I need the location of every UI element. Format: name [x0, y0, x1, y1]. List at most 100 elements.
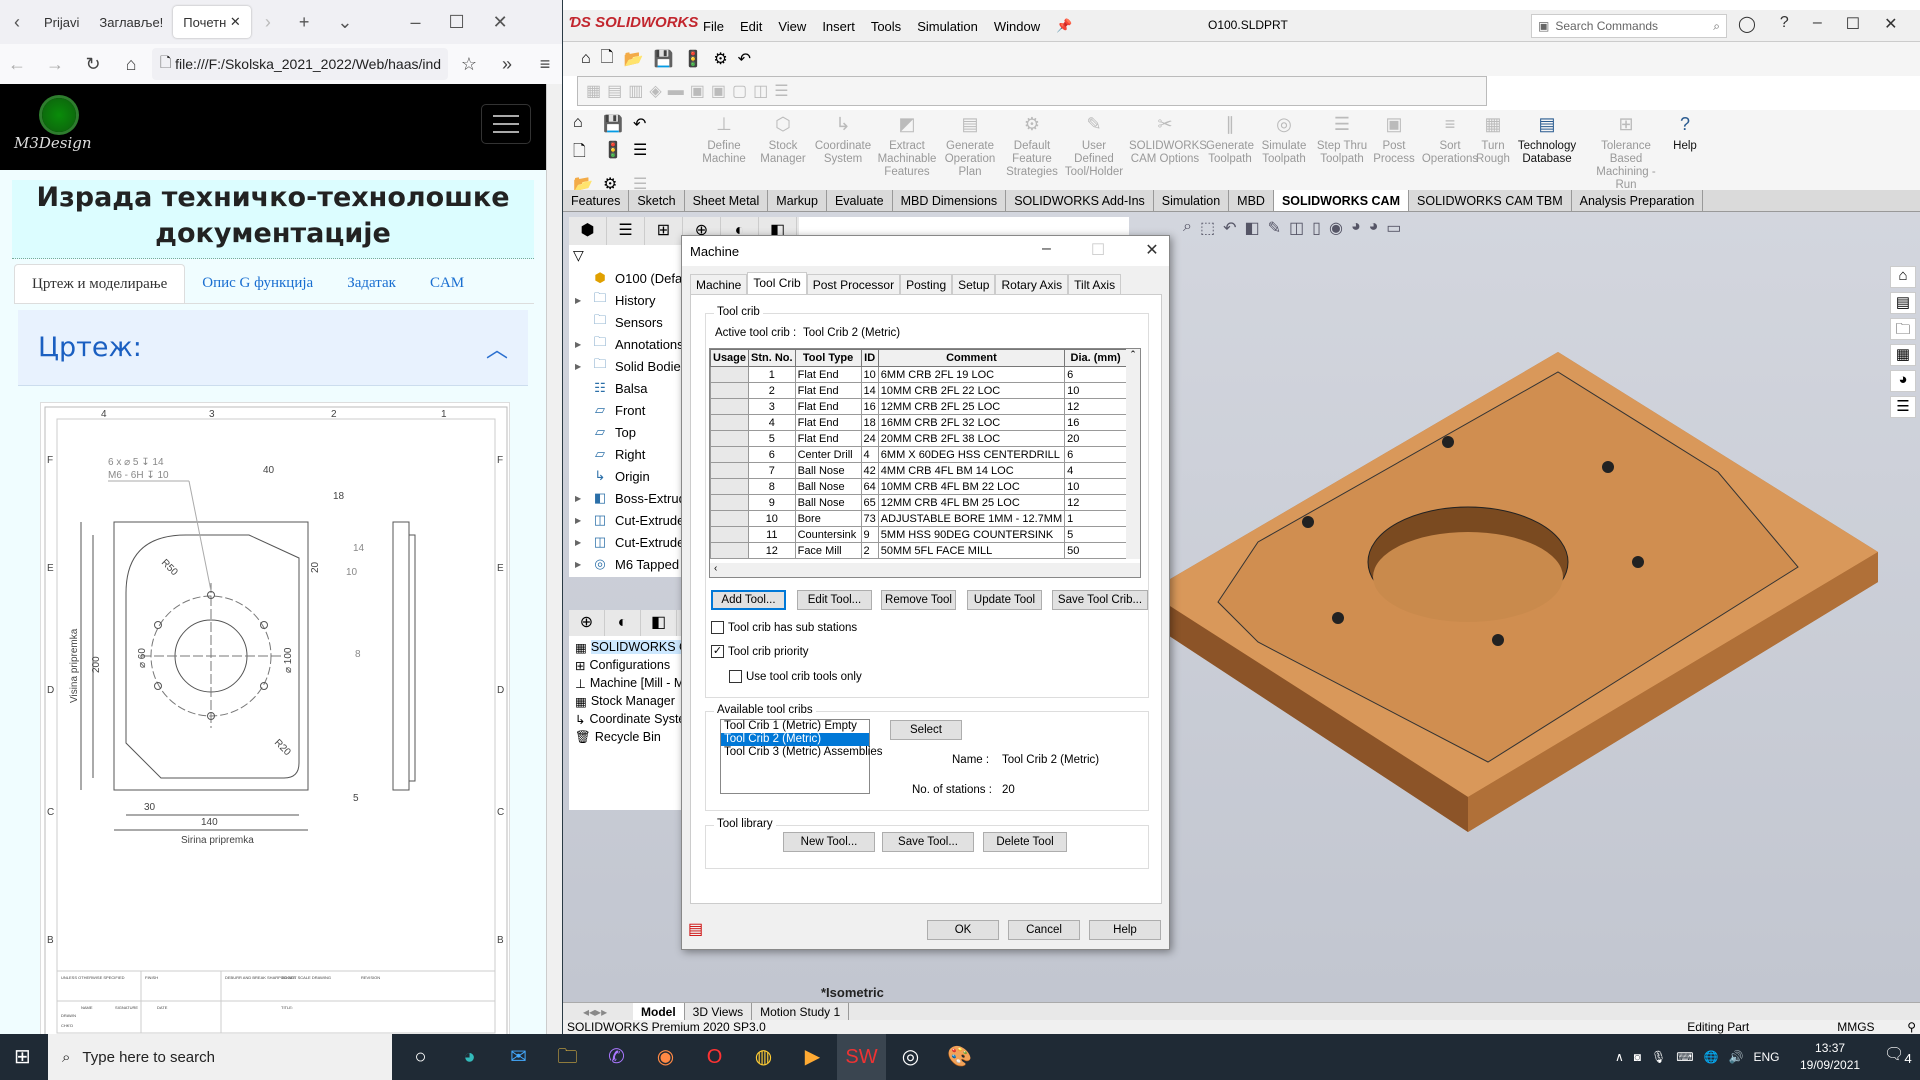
menu-file[interactable]: File: [703, 19, 724, 34]
tab-scroll-right-icon[interactable]: ›: [251, 12, 285, 33]
reload-icon[interactable]: ↻: [76, 54, 110, 75]
solidworks-2020-icon[interactable]: SW: [837, 1034, 886, 1080]
menu-simulation[interactable]: Simulation: [917, 19, 978, 34]
nav-toggle-button[interactable]: [481, 104, 531, 144]
new-tool-button[interactable]: New Tool...: [783, 832, 875, 852]
table-row[interactable]: 11 Countersink 9 5MM HSS 90DEG COUNTERSINK 5…: [710, 526, 1140, 543]
maximize-icon[interactable]: ☐: [434, 12, 478, 33]
taskbar-search[interactable]: ⌕ Type here to search: [48, 1034, 392, 1080]
custom-properties-icon[interactable]: ☰: [1890, 396, 1916, 418]
remove-tool-button[interactable]: Remove Tool: [881, 590, 956, 610]
toolbar-icon[interactable]: ◈: [649, 81, 661, 101]
toolbar-icon[interactable]: ▣: [690, 81, 705, 101]
col-comment[interactable]: Comment: [877, 349, 1066, 367]
toolbar-icon[interactable]: ▥: [628, 81, 643, 101]
table-row[interactable]: 3Flat End1612MM CRB 2FL 25 LOC120: [710, 398, 1140, 415]
tab-3d-views[interactable]: 3D Views: [685, 1002, 753, 1021]
overflow-icon[interactable]: »: [490, 54, 524, 75]
sw-resources-icon[interactable]: ⌂: [1890, 266, 1916, 288]
tab-evaluate[interactable]: Evaluate: [827, 190, 893, 211]
tab-addins[interactable]: SOLIDWORKS Add-Ins: [1006, 190, 1154, 211]
menu-tools[interactable]: Tools: [871, 19, 901, 34]
cmd-simulate-toolpath[interactable]: ◎ Simulate Toolpath: [1253, 115, 1315, 166]
cmd-tolerance-based[interactable]: ⊞ Tolerance Based Machining - Run: [1585, 115, 1667, 192]
save-tool-crib-button[interactable]: Save Tool Crib...: [1052, 590, 1148, 610]
feature-manager-tab-icon[interactable]: ⬢: [569, 217, 607, 245]
accordion-header[interactable]: Цртеж: ︿: [18, 310, 528, 386]
list-icon[interactable]: ☰: [633, 140, 663, 167]
bookmark-star-icon[interactable]: ☆: [452, 54, 486, 75]
file-explorer-icon[interactable]: 🗀: [1890, 318, 1916, 340]
language-indicator[interactable]: ENG: [1754, 1050, 1780, 1064]
crib-item[interactable]: Tool Crib 3 (Metric) Assemblies: [721, 746, 882, 759]
new-icon[interactable]: 🗋: [573, 140, 603, 167]
tab-sheet-metal[interactable]: Sheet Metal: [685, 190, 769, 211]
tab-setup[interactable]: Setup: [952, 274, 996, 294]
expand-icon[interactable]: ▶: [575, 560, 585, 569]
select-button[interactable]: Select: [890, 720, 962, 740]
expand-icon[interactable]: ▶: [575, 538, 585, 547]
cmd-post-process[interactable]: ▣ Post Process: [1363, 115, 1425, 166]
cmd-turn-rough[interactable]: ▦ Turn Rough: [1473, 115, 1513, 166]
configuration-manager-tab-icon[interactable]: ⊞: [645, 217, 683, 245]
filter-icon[interactable]: ▽: [573, 247, 584, 264]
tab-task[interactable]: Задатак: [330, 264, 413, 303]
search-commands-input[interactable]: ▣ Search Commands ⌕: [1531, 14, 1727, 38]
cmd-user-defined-tool[interactable]: ✎ User Defined Tool/Holder: [1063, 115, 1125, 179]
forward-icon[interactable]: →: [38, 54, 72, 75]
save-icon[interactable]: 💾: [603, 114, 633, 134]
view-orientation-icon[interactable]: ◫: [1289, 218, 1304, 238]
add-tool-button[interactable]: Add Tool...: [711, 590, 786, 610]
update-tool-button[interactable]: Update Tool: [967, 590, 1042, 610]
home-icon[interactable]: ⌂: [581, 50, 591, 68]
tab-cam[interactable]: CAM: [413, 264, 481, 303]
table-vertical-scrollbar[interactable]: ⌃: [1126, 349, 1140, 559]
expand-icon[interactable]: ▶: [575, 296, 585, 305]
toolbar-icon[interactable]: ▤: [607, 81, 622, 101]
cmd-define-machine[interactable]: ⊥ Define Machine: [693, 115, 755, 166]
options-gear-icon[interactable]: ⚙: [713, 49, 727, 69]
tab-tilt-axis[interactable]: Tilt Axis: [1068, 274, 1122, 294]
view-palette-icon[interactable]: ▦: [1890, 344, 1916, 366]
tab-g-functions[interactable]: Опис G функција: [185, 264, 330, 303]
appearances-icon[interactable]: ◕: [1890, 370, 1916, 392]
home-icon[interactable]: ⌂: [573, 114, 603, 134]
dimxpert-tab-icon[interactable]: ⊕: [569, 610, 605, 636]
site-logo[interactable]: M3Design: [14, 98, 104, 158]
notification-center-icon[interactable]: 🗨4: [1884, 1044, 1912, 1066]
3d-model[interactable]: [1138, 322, 1898, 882]
table-row[interactable]: 4Flat End1816MM CRB 2FL 32 LOC160: [710, 414, 1140, 431]
col-tool-type[interactable]: Tool Type: [794, 349, 862, 367]
section-view-icon[interactable]: ◧: [1245, 218, 1260, 238]
firefox-icon[interactable]: ◉: [641, 1034, 690, 1080]
rebuild-icon[interactable]: 🚦: [603, 140, 633, 167]
tab-nav-arrows-icon[interactable]: ◂◂▸▸: [563, 1005, 633, 1019]
unit-system[interactable]: MMGS: [1837, 1020, 1907, 1034]
close-icon[interactable]: ✕: [1884, 14, 1897, 34]
cam-feature-tab-icon[interactable]: ◧: [641, 610, 677, 636]
menu-insert[interactable]: Insert: [822, 19, 855, 34]
edit-tool-button[interactable]: Edit Tool...: [797, 590, 872, 610]
cam-tree-item[interactable]: ↳ Coordinate System: [569, 710, 689, 728]
mail-icon[interactable]: ✉: [494, 1034, 543, 1080]
open-icon[interactable]: 📂: [624, 49, 644, 69]
tab-features[interactable]: Features: [563, 190, 630, 211]
table-row[interactable]: 10Bore73ADJUSTABLE BORE 1MM - 12.7MM10: [710, 510, 1140, 527]
table-row[interactable]: 5Flat End2420MM CRB 2FL 38 LOC200: [710, 430, 1140, 447]
new-document-icon[interactable]: 🗋: [601, 46, 614, 73]
cam-tree-item[interactable]: ⊥Machine [Mill - Metric]: [569, 674, 689, 692]
rebuild-icon[interactable]: 🚦: [683, 49, 703, 69]
media-player-icon[interactable]: ▶: [788, 1034, 837, 1080]
zoom-area-icon[interactable]: ⬚: [1200, 218, 1215, 238]
browser-tab-active[interactable]: Почетн ✕: [173, 6, 251, 38]
volume-icon[interactable]: 🔊: [1729, 1050, 1744, 1064]
help-button[interactable]: Help: [1089, 920, 1161, 940]
design-library-icon[interactable]: ▤: [1890, 292, 1916, 314]
tool-cribs-list[interactable]: Tool Crib 1 (Metric) Empty Tool Crib 2 (…: [720, 719, 882, 794]
page-scrollbar[interactable]: [546, 84, 562, 1034]
table-row[interactable]: 1Flat End106MM CRB 2FL 19 LOC60: [710, 366, 1140, 383]
menu-view[interactable]: View: [778, 19, 806, 34]
obs-icon[interactable]: ◎: [886, 1034, 935, 1080]
keyboard-icon[interactable]: ⌨: [1676, 1050, 1693, 1064]
toolbar-icon[interactable]: ◫: [753, 81, 768, 101]
